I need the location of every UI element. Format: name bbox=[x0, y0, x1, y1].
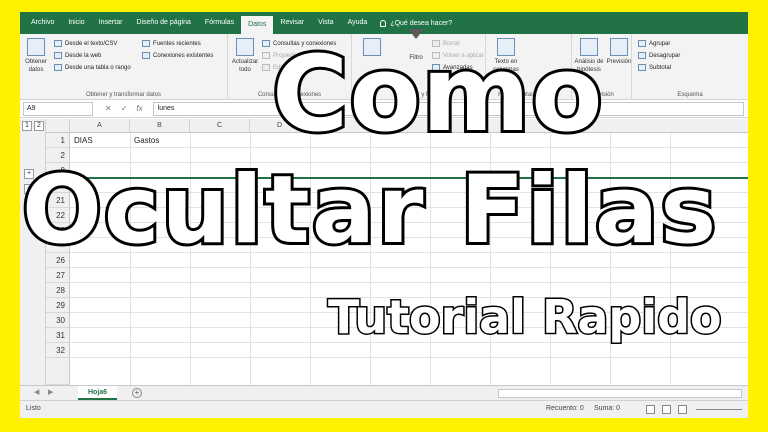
row-header-blank bbox=[46, 358, 70, 385]
zoom-slider[interactable] bbox=[696, 409, 742, 410]
forecast-sheet-button[interactable]: Previsión bbox=[606, 38, 632, 66]
text-file-icon bbox=[54, 40, 62, 47]
row-header[interactable]: 30 bbox=[46, 313, 70, 328]
group-rows-button[interactable]: Agrupar bbox=[638, 38, 670, 49]
row-header[interactable]: 28 bbox=[46, 283, 70, 298]
tab-formulas[interactable]: Fórmulas bbox=[198, 12, 241, 34]
overlay-title-line1: Como bbox=[269, 33, 606, 155]
from-text-csv-button[interactable]: Desde el texto/CSV bbox=[54, 38, 117, 49]
tab-datos[interactable]: Datos bbox=[241, 16, 274, 34]
cell-b1[interactable]: Gastos bbox=[134, 136, 159, 145]
select-all-corner[interactable] bbox=[46, 119, 70, 133]
column-header-b[interactable]: B bbox=[130, 119, 190, 133]
enter-icon[interactable]: ✓ bbox=[121, 104, 128, 113]
name-box[interactable]: A9 bbox=[23, 101, 93, 116]
tab-insertar[interactable]: Insertar bbox=[92, 12, 130, 34]
ungroup-button[interactable]: Desagrupar bbox=[638, 50, 680, 61]
subtotal-icon bbox=[638, 64, 646, 71]
database-icon bbox=[27, 38, 45, 56]
tab-diseno-pagina[interactable]: Diseño de página bbox=[129, 12, 198, 34]
sheet-next-icon[interactable]: ▶ bbox=[48, 388, 53, 396]
refresh-all-button[interactable]: Actualizar todo bbox=[230, 38, 260, 74]
connection-icon bbox=[142, 52, 150, 59]
status-sum: Suma: 0 bbox=[594, 405, 621, 412]
function-icon[interactable]: fx bbox=[136, 104, 142, 113]
status-count: Recuento: 0 bbox=[546, 405, 584, 412]
cancel-icon[interactable]: ✕ bbox=[105, 104, 112, 113]
horizontal-scrollbar[interactable] bbox=[498, 389, 742, 398]
outline-level-1[interactable]: 1 bbox=[22, 121, 32, 131]
sheet-tab-hoja6[interactable]: Hoja6 bbox=[78, 386, 118, 400]
table-row bbox=[70, 343, 748, 358]
tab-revisar[interactable]: Revisar bbox=[273, 12, 311, 34]
formula-buttons: ✕ ✓ fx bbox=[105, 104, 143, 113]
outline-level-2[interactable]: 2 bbox=[34, 121, 44, 131]
row-header[interactable]: 31 bbox=[46, 328, 70, 343]
status-mode: Listo bbox=[26, 405, 41, 412]
subtotal-button[interactable]: Subtotal bbox=[638, 62, 671, 73]
tab-vista[interactable]: Vista bbox=[311, 12, 340, 34]
sheet-prev-icon[interactable]: ◀ bbox=[34, 388, 39, 396]
row-header[interactable]: 27 bbox=[46, 268, 70, 283]
page-layout-icon[interactable] bbox=[662, 405, 671, 414]
tab-archivo[interactable]: Archivo bbox=[24, 12, 61, 34]
lightbulb-icon bbox=[380, 19, 387, 27]
tell-me-box[interactable]: ¿Qué desea hacer? bbox=[380, 19, 453, 27]
refresh-icon bbox=[236, 38, 254, 56]
group-label-get-data: Obtener y transformar datos bbox=[85, 92, 162, 98]
cell-a1[interactable]: DIAS bbox=[74, 136, 93, 145]
overlay-subtitle: Tutorial Rapido bbox=[327, 290, 724, 344]
get-data-button[interactable]: Obtener datos bbox=[22, 38, 50, 74]
status-bar: Listo Recuento: 0 Suma: 0 bbox=[20, 400, 748, 418]
row-header[interactable]: 1 bbox=[46, 133, 70, 148]
group-get-data: Obtener datos Desde el texto/CSV Desde l… bbox=[20, 34, 228, 100]
group-outline: Agrupar Desagrupar Subtotal Esquema bbox=[632, 34, 748, 100]
recent-icon bbox=[142, 40, 150, 47]
group-label-outline: Esquema bbox=[677, 92, 703, 98]
overlay-title-line2: Ocultar Filas bbox=[19, 156, 719, 265]
normal-view-icon[interactable] bbox=[646, 405, 655, 414]
page-break-icon[interactable] bbox=[678, 405, 687, 414]
ungroup-icon bbox=[638, 52, 646, 59]
table-row bbox=[70, 268, 748, 283]
add-sheet-icon[interactable]: + bbox=[132, 388, 142, 398]
group-icon bbox=[638, 40, 646, 47]
table-icon bbox=[54, 64, 62, 71]
from-web-button[interactable]: Desde la web bbox=[54, 50, 101, 61]
tab-ayuda[interactable]: Ayuda bbox=[341, 12, 375, 34]
properties-icon bbox=[262, 52, 270, 59]
row-header[interactable]: 29 bbox=[46, 298, 70, 313]
queries-icon bbox=[262, 40, 270, 47]
sheet-tab-bar: ◀ ▶ Hoja6 + bbox=[20, 385, 748, 400]
recent-sources-button[interactable]: Fuentes recientes bbox=[142, 38, 201, 49]
ribbon-tab-bar: Archivo Inicio Insertar Diseño de página… bbox=[20, 12, 748, 34]
column-header-a[interactable]: A bbox=[70, 119, 130, 133]
existing-connections-button[interactable]: Conexiones existentes bbox=[142, 50, 213, 61]
column-header-c[interactable]: C bbox=[190, 119, 250, 133]
tell-me-text: ¿Qué desea hacer? bbox=[390, 19, 453, 27]
web-icon bbox=[54, 52, 62, 59]
row-header[interactable]: 32 bbox=[46, 343, 70, 358]
tab-inicio[interactable]: Inicio bbox=[61, 12, 91, 34]
forecast-icon bbox=[610, 38, 628, 56]
from-table-range-button[interactable]: Desde una tabla o rango bbox=[54, 62, 131, 73]
link-icon bbox=[262, 64, 270, 71]
